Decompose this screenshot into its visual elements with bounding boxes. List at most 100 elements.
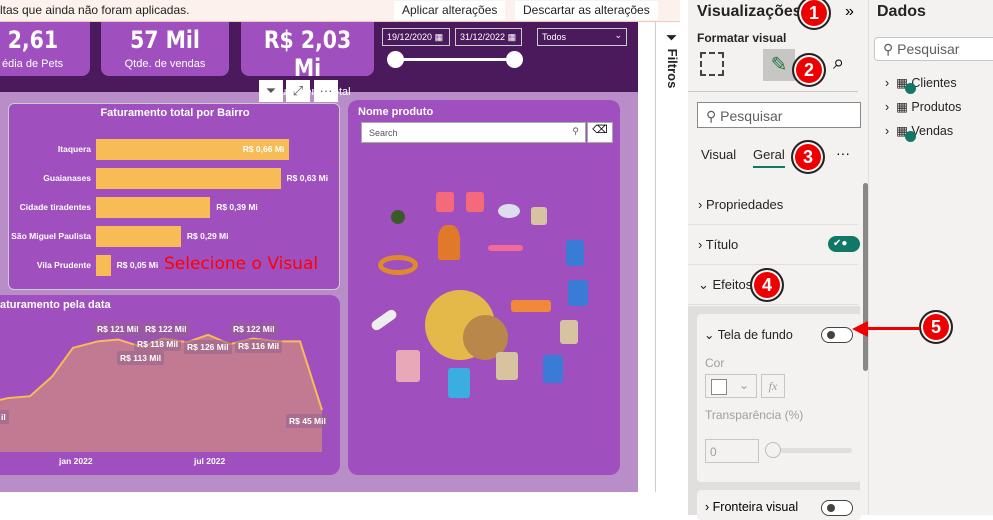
format-visual-icon[interactable]: ✎ bbox=[763, 49, 795, 81]
visual-border-card[interactable]: › Fronteira visual bbox=[697, 490, 861, 520]
collapse-icon[interactable]: » bbox=[845, 3, 854, 21]
checkmark-icon bbox=[905, 131, 916, 142]
bar[interactable] bbox=[96, 255, 111, 276]
pending-changes-bar: ltas que ainda não foram aplicadas. Apli… bbox=[0, 0, 680, 22]
background-card: ⌄ Tela de fundo Cor ⌄ fx Transparência (… bbox=[697, 314, 861, 482]
bar-category-label: Cidade tiradentes bbox=[19, 202, 91, 212]
search-placeholder: Pesquisar bbox=[897, 41, 960, 57]
visualizations-pane: Visualizações » Formatar visual ✎ ⌕ ⚲ Pe… bbox=[688, 0, 869, 520]
table-name: Vendas bbox=[911, 124, 954, 138]
product-clothes[interactable] bbox=[466, 192, 484, 212]
bar[interactable] bbox=[96, 197, 211, 218]
table-name: Clientes bbox=[911, 76, 957, 90]
tab-visual[interactable]: Visual bbox=[701, 147, 736, 162]
annotation-text: Selecione o Visual bbox=[164, 254, 319, 274]
step-badge-5: 5 bbox=[919, 310, 953, 344]
product-can[interactable] bbox=[448, 368, 470, 398]
product-treats[interactable] bbox=[396, 350, 420, 382]
line-chart-visual[interactable]: aturamento pela data R$ 121 Mil R$ 122 M… bbox=[0, 295, 340, 475]
end-date: 31/12/2022 bbox=[460, 32, 506, 42]
filter-dropdown[interactable]: Todos ⌄ bbox=[537, 28, 627, 46]
product-dog[interactable] bbox=[438, 225, 460, 260]
data-label: R$ 118 Mil bbox=[134, 337, 182, 351]
start-date: 19/12/2020 bbox=[387, 32, 433, 42]
table-clientes[interactable]: › ▦ Clientes bbox=[885, 75, 957, 90]
more-options-icon[interactable]: ··· bbox=[836, 145, 850, 161]
step-badge-2: 2 bbox=[792, 53, 826, 87]
transparency-input[interactable]: 0 bbox=[705, 439, 759, 463]
fx-button[interactable]: fx bbox=[761, 374, 785, 398]
bar-value-label: R$ 0,39 Mi bbox=[216, 202, 258, 212]
transparency-slider-handle[interactable] bbox=[765, 442, 781, 458]
product-food-bag[interactable] bbox=[566, 240, 584, 266]
apply-changes-button[interactable]: Aplicar alterações bbox=[394, 1, 506, 20]
data-label: R$ 45 Mil bbox=[286, 414, 329, 428]
product-food-bag[interactable] bbox=[531, 207, 547, 225]
bar[interactable] bbox=[96, 168, 281, 189]
filters-pane-toggle[interactable]: ⏷ Filtros bbox=[665, 32, 680, 88]
focus-mode-icon[interactable]: ⤢ bbox=[286, 80, 310, 102]
x-tick: jan 2022 bbox=[59, 456, 93, 466]
date-range-track bbox=[395, 58, 515, 61]
product-collar[interactable] bbox=[378, 255, 418, 275]
date-slider-start-handle[interactable] bbox=[387, 51, 404, 68]
data-label: R$ 122 Mil bbox=[230, 322, 278, 336]
product-food-bag[interactable] bbox=[560, 320, 578, 344]
table-vendas[interactable]: › ▦ Vendas bbox=[885, 123, 953, 138]
format-search-input[interactable]: ⚲ Pesquisar bbox=[697, 102, 861, 128]
eraser-icon[interactable]: ⌫ bbox=[587, 122, 613, 143]
start-date-input[interactable]: 19/12/2020 ▦ bbox=[382, 28, 450, 46]
section-label: Efeitos bbox=[712, 277, 753, 292]
border-toggle-off[interactable] bbox=[821, 500, 853, 516]
bar-category-label: Vila Prudente bbox=[36, 260, 91, 270]
data-pane: Dados ⚲ Pesquisar › ▦ Clientes › ▦ Produ… bbox=[869, 0, 993, 515]
section-label: Título bbox=[705, 237, 739, 252]
background-card-header[interactable]: ⌄ Tela de fundo bbox=[704, 327, 793, 342]
kpi-label: Qtde. de vendas bbox=[124, 58, 206, 70]
arrow-line bbox=[868, 327, 920, 330]
product-bone[interactable] bbox=[369, 307, 399, 333]
step-badge-4: 4 bbox=[750, 268, 784, 302]
format-visual-label: Formatar visual bbox=[697, 31, 787, 45]
dropdown-value: Todos bbox=[542, 32, 567, 42]
product-mouse-toy[interactable] bbox=[498, 204, 520, 218]
background-toggle-off[interactable] bbox=[821, 327, 853, 343]
filter-icon[interactable]: ⏷ bbox=[259, 80, 283, 102]
analytics-icon[interactable]: ⌕ bbox=[833, 52, 844, 75]
product-leash[interactable] bbox=[488, 245, 523, 251]
bar-category-label: Itaquera bbox=[57, 144, 91, 154]
product-clothes[interactable] bbox=[436, 192, 454, 212]
discard-changes-button[interactable]: Descartar as alterações bbox=[515, 1, 658, 20]
more-options-icon[interactable]: ··· bbox=[314, 80, 338, 102]
product-food-bag[interactable] bbox=[496, 352, 518, 380]
kpi-card-vendas: 57 Mil Qtde. de vendas bbox=[101, 22, 229, 76]
section-titulo[interactable]: › Título ✔● bbox=[688, 225, 860, 265]
calendar-icon: ▦ bbox=[434, 32, 444, 42]
bar[interactable] bbox=[96, 226, 181, 247]
scrollbar[interactable] bbox=[863, 183, 868, 371]
calendar-icon: ▦ bbox=[507, 32, 517, 42]
kpi-value: R$ 2,03 Mi bbox=[263, 26, 352, 82]
bar-chart-visual[interactable]: Faturamento total por Bairro Itaquera R$… bbox=[8, 103, 340, 290]
data-search-input[interactable]: ⚲ Pesquisar bbox=[874, 37, 993, 61]
product-slicer: Nome produto Search ⚲ ⌫ bbox=[348, 100, 620, 475]
product-food-bag[interactable] bbox=[543, 355, 563, 383]
end-date-input[interactable]: 31/12/2022 ▦ bbox=[455, 28, 522, 46]
tab-geral[interactable]: Geral bbox=[753, 147, 785, 168]
date-slider-end-handle[interactable] bbox=[506, 51, 523, 68]
color-picker[interactable]: ⌄ bbox=[705, 374, 757, 398]
transparency-value: 0 bbox=[710, 445, 717, 459]
product-collar[interactable] bbox=[511, 300, 551, 312]
section-propriedades[interactable]: › Propriedades bbox=[688, 185, 858, 225]
title-toggle-on[interactable]: ✔● bbox=[828, 236, 860, 252]
kpi-card-pets: 2,61 édia de Pets bbox=[0, 22, 90, 76]
product-food-bag[interactable] bbox=[568, 280, 588, 306]
build-visual-icon[interactable] bbox=[700, 52, 724, 76]
notification-message: ltas que ainda não foram aplicadas. bbox=[0, 3, 190, 17]
bar-value-label: R$ 0,05 Mi bbox=[116, 260, 159, 270]
data-label: R$ 116 Mil bbox=[235, 339, 283, 353]
slicer-search-input[interactable]: Search ⚲ bbox=[361, 122, 586, 143]
product-toy[interactable] bbox=[391, 210, 405, 224]
data-label: R$ 122 Mil bbox=[142, 322, 190, 336]
table-produtos[interactable]: › ▦ Produtos bbox=[885, 99, 961, 114]
